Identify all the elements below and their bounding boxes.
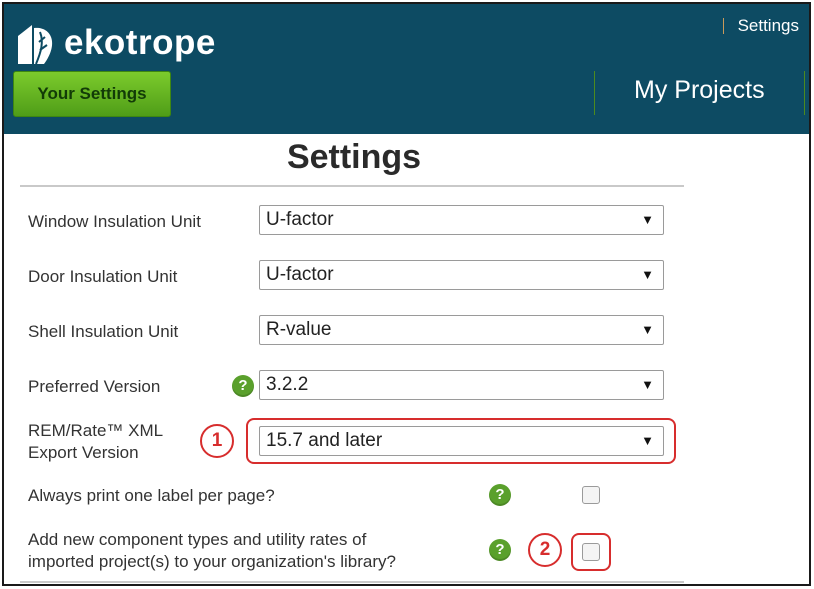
shell-insulation-value: R-value [266, 319, 332, 340]
preferred-version-label: Preferred Version [28, 377, 161, 396]
window-insulation-label: Window Insulation Unit [28, 212, 201, 231]
bottom-divider [20, 581, 684, 583]
logo[interactable]: ekotrope [14, 20, 216, 66]
print-label-label: Always print one label per page? [28, 486, 275, 505]
remrate-export-label-line2: Export Version [28, 443, 139, 462]
window-insulation-select[interactable]: U-factor ▼ [259, 205, 664, 235]
house-leaf-icon [14, 20, 60, 66]
dropdown-arrow-icon: ▼ [641, 212, 654, 227]
top-header: ekotrope Settings Your Settings My Proje… [4, 4, 809, 134]
nav-divider-right [804, 71, 805, 115]
callout-number-1: 1 [200, 424, 234, 458]
nav-divider-left [594, 71, 595, 115]
question-icon[interactable]: ? [232, 375, 254, 397]
add-component-label-line1: Add new component types and utility rate… [28, 530, 367, 549]
remrate-export-label-line1: REM/Rate™ XML [28, 421, 164, 440]
logo-text: ekotrope [64, 23, 216, 62]
question-icon[interactable]: ? [489, 484, 511, 506]
shell-insulation-select[interactable]: R-value ▼ [259, 315, 664, 345]
my-projects-link[interactable]: My Projects [634, 76, 765, 105]
add-component-label-line2: imported project(s) to your organization… [28, 552, 396, 571]
dropdown-arrow-icon: ▼ [641, 377, 654, 392]
your-settings-button[interactable]: Your Settings [13, 71, 171, 117]
preferred-version-select[interactable]: 3.2.2 ▼ [259, 370, 664, 400]
app-frame: ekotrope Settings Your Settings My Proje… [2, 2, 811, 586]
settings-panel: Settings Window Insulation Unit U-factor… [4, 134, 809, 584]
door-insulation-value: U-factor [266, 264, 334, 285]
page-title: Settings [286, 138, 422, 176]
top-links: Settings [722, 16, 799, 36]
door-insulation-label: Door Insulation Unit [28, 267, 178, 286]
window-insulation-value: U-factor [266, 209, 334, 230]
preferred-version-value: 3.2.2 [266, 374, 309, 395]
top-link-divider [722, 18, 724, 34]
shell-insulation-label: Shell Insulation Unit [28, 322, 179, 341]
dropdown-arrow-icon: ▼ [641, 322, 654, 337]
dropdown-arrow-icon: ▼ [641, 433, 654, 448]
title-divider [20, 185, 684, 187]
door-insulation-select[interactable]: U-factor ▼ [259, 260, 664, 290]
settings-link[interactable]: Settings [738, 16, 799, 36]
remrate-export-value: 15.7 and later [266, 430, 383, 451]
dropdown-arrow-icon: ▼ [641, 267, 654, 282]
add-component-checkbox[interactable] [582, 543, 600, 561]
print-label-checkbox[interactable] [582, 486, 600, 504]
question-icon[interactable]: ? [489, 539, 511, 561]
remrate-export-select[interactable]: 15.7 and later ▼ [259, 426, 664, 456]
callout-number-2: 2 [528, 533, 562, 567]
